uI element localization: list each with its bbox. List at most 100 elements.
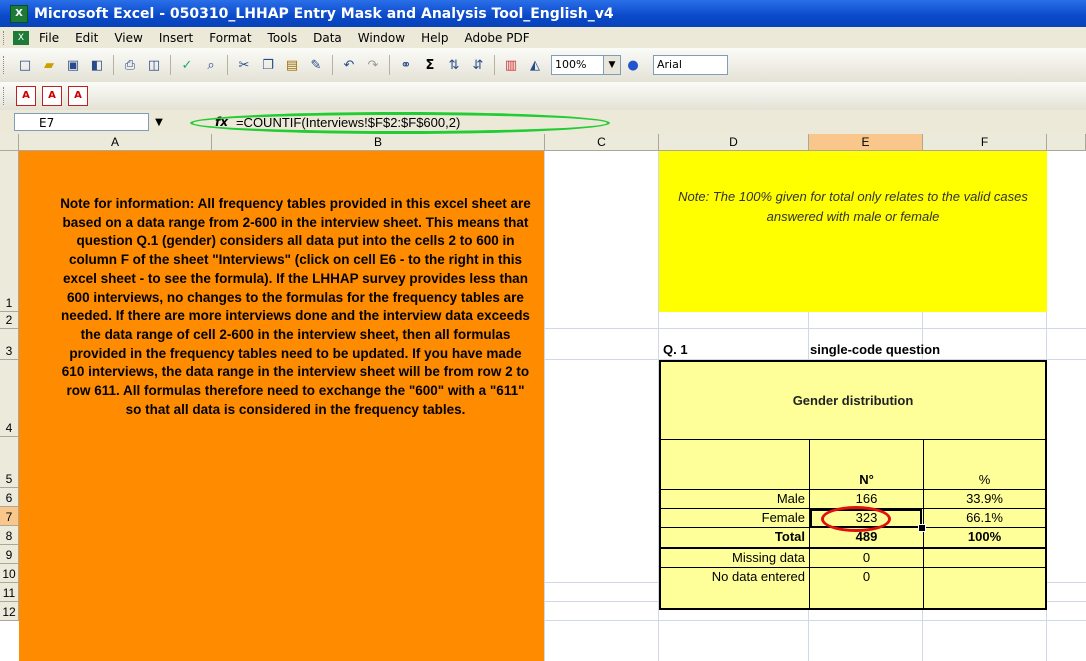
row-header-6[interactable]: 6 bbox=[0, 488, 19, 507]
print-preview-icon[interactable]: ◫ bbox=[144, 55, 164, 75]
redo-icon[interactable]: ↷ bbox=[363, 55, 383, 75]
toolbar-grip[interactable] bbox=[3, 30, 9, 45]
standard-toolbar: □ ▰ ▣ ◧ ⎙ ◫ ✓ ⌕ ✂ ❐ ▤ ✎ ↶ ↷ ⚭ Σ ⇅ ⇵ ▥ ◭ … bbox=[0, 48, 1086, 83]
column-header-b[interactable]: B bbox=[212, 134, 545, 151]
menu-data[interactable]: Data bbox=[313, 31, 342, 45]
row-header-9[interactable]: 9 bbox=[0, 545, 19, 564]
female-percent[interactable]: 66.1% bbox=[924, 510, 1045, 525]
menu-view[interactable]: View bbox=[114, 31, 142, 45]
toolbar-separator bbox=[332, 55, 333, 75]
font-select[interactable]: Arial bbox=[653, 55, 728, 75]
row-header-8[interactable]: 8 bbox=[0, 526, 19, 545]
excel-icon: X bbox=[10, 4, 28, 23]
toolbar-separator bbox=[227, 55, 228, 75]
copy-icon[interactable]: ❐ bbox=[258, 55, 278, 75]
gridline bbox=[544, 151, 545, 661]
missing-data-count[interactable]: 0 bbox=[810, 550, 923, 565]
pdf-email-icon[interactable]: A bbox=[42, 86, 62, 106]
toolbar-grip[interactable] bbox=[3, 87, 9, 105]
row-header-7[interactable]: 7 bbox=[0, 507, 19, 526]
chevron-down-icon[interactable]: ▼ bbox=[604, 55, 621, 75]
chevron-down-icon[interactable]: ▼ bbox=[149, 117, 169, 128]
header-percent[interactable]: % bbox=[924, 472, 1045, 487]
workbook-icon[interactable]: X bbox=[13, 30, 29, 45]
column-header-f[interactable]: F bbox=[923, 134, 1047, 151]
menu-format[interactable]: Format bbox=[209, 31, 251, 45]
menu-insert[interactable]: Insert bbox=[159, 31, 193, 45]
undo-icon[interactable]: ↶ bbox=[339, 55, 359, 75]
formula-input[interactable]: =COUNTIF(Interviews!$F$2:$F$600,2) bbox=[236, 115, 460, 130]
row-header-11[interactable]: 11 bbox=[0, 583, 19, 602]
row-label-total[interactable]: Total bbox=[661, 529, 805, 544]
male-count[interactable]: 166 bbox=[810, 491, 923, 506]
name-box[interactable]: E7 bbox=[14, 113, 149, 131]
no-data-entered-count[interactable]: 0 bbox=[810, 569, 923, 584]
row-header-3[interactable]: 3 bbox=[0, 329, 19, 360]
print-icon[interactable]: ⎙ bbox=[120, 55, 140, 75]
header-count[interactable]: N° bbox=[810, 472, 923, 487]
table-title[interactable]: Gender distribution bbox=[661, 362, 1045, 439]
drawing-icon[interactable]: ◭ bbox=[525, 55, 545, 75]
open-icon[interactable]: ▰ bbox=[39, 55, 59, 75]
row-header-5[interactable]: 5 bbox=[0, 437, 19, 488]
research-icon[interactable]: ⌕ bbox=[201, 55, 221, 75]
total-percent[interactable]: 100% bbox=[924, 529, 1045, 544]
toolbar-separator bbox=[389, 55, 390, 75]
menu-window[interactable]: Window bbox=[358, 31, 405, 45]
row-header-1[interactable]: 1 bbox=[0, 151, 19, 312]
spelling-icon[interactable]: ✓ bbox=[177, 55, 197, 75]
format-painter-icon[interactable]: ✎ bbox=[306, 55, 326, 75]
row-header-2[interactable]: 2 bbox=[0, 312, 19, 329]
sort-descending-icon[interactable]: ⇵ bbox=[468, 55, 488, 75]
toolbar-grip[interactable] bbox=[3, 56, 9, 74]
pdf-review-icon[interactable]: A bbox=[68, 86, 88, 106]
chart-wizard-icon[interactable]: ▥ bbox=[501, 55, 521, 75]
male-percent[interactable]: 33.9% bbox=[924, 491, 1045, 506]
new-icon[interactable]: □ bbox=[15, 55, 35, 75]
menu-edit[interactable]: Edit bbox=[75, 31, 98, 45]
row-header-4[interactable]: 4 bbox=[0, 360, 19, 437]
hyperlink-icon[interactable]: ⚭ bbox=[396, 55, 416, 75]
active-cell-e7[interactable] bbox=[810, 509, 922, 528]
column-header-g[interactable] bbox=[1047, 134, 1086, 151]
sort-ascending-icon[interactable]: ⇅ bbox=[444, 55, 464, 75]
toolbar-separator bbox=[494, 55, 495, 75]
row-label-missing-data[interactable]: Missing data bbox=[661, 550, 805, 565]
total-count[interactable]: 489 bbox=[810, 529, 923, 544]
paste-icon[interactable]: ▤ bbox=[282, 55, 302, 75]
title-bar: X Microsoft Excel - 050310_LHHAP Entry M… bbox=[0, 0, 1086, 27]
row-label-female[interactable]: Female bbox=[661, 510, 805, 525]
menu-tools[interactable]: Tools bbox=[268, 31, 298, 45]
autosum-icon[interactable]: Σ bbox=[420, 55, 440, 75]
column-header-d[interactable]: D bbox=[659, 134, 809, 151]
row-label-male[interactable]: Male bbox=[661, 491, 805, 506]
column-header-c[interactable]: C bbox=[545, 134, 659, 151]
formula-bar: E7 ▼ fx =COUNTIF(Interviews!$F$2:$F$600,… bbox=[0, 110, 1086, 134]
table-border bbox=[661, 439, 1045, 440]
yellow-info-note[interactable]: Note: The 100% given for total only rela… bbox=[659, 151, 1047, 312]
fill-handle[interactable] bbox=[918, 524, 926, 532]
convert-to-pdf-icon[interactable]: A bbox=[16, 86, 36, 106]
zoom-select[interactable]: 100% bbox=[551, 55, 604, 75]
menu-adobe-pdf[interactable]: Adobe PDF bbox=[464, 31, 529, 45]
permission-icon[interactable]: ◧ bbox=[87, 55, 107, 75]
gender-distribution-table: Gender distribution N° % Male 166 33.9% … bbox=[659, 360, 1047, 610]
row-header-12[interactable]: 12 bbox=[0, 602, 19, 621]
column-header-e[interactable]: E bbox=[809, 134, 923, 151]
select-all-corner[interactable] bbox=[0, 134, 19, 151]
cut-icon[interactable]: ✂ bbox=[234, 55, 254, 75]
row-label-no-data-entered[interactable]: No data entered bbox=[661, 569, 805, 584]
insert-function-icon[interactable]: fx bbox=[215, 115, 228, 129]
question-type[interactable]: single-code question bbox=[810, 342, 940, 357]
menu-file[interactable]: File bbox=[39, 31, 59, 45]
orange-info-note[interactable]: Note for information: All frequency tabl… bbox=[19, 151, 544, 661]
spreadsheet-grid[interactable]: A B C D E F 1 2 3 4 5 6 7 8 9 10 11 12 N… bbox=[0, 134, 1086, 661]
question-label[interactable]: Q. 1 bbox=[663, 342, 688, 357]
column-header-a[interactable]: A bbox=[19, 134, 212, 151]
table-border bbox=[661, 567, 1045, 568]
pdf-toolbar: A A A bbox=[0, 82, 1086, 111]
save-icon[interactable]: ▣ bbox=[63, 55, 83, 75]
help-icon[interactable]: ● bbox=[623, 55, 643, 75]
row-header-10[interactable]: 10 bbox=[0, 564, 19, 583]
menu-help[interactable]: Help bbox=[421, 31, 448, 45]
